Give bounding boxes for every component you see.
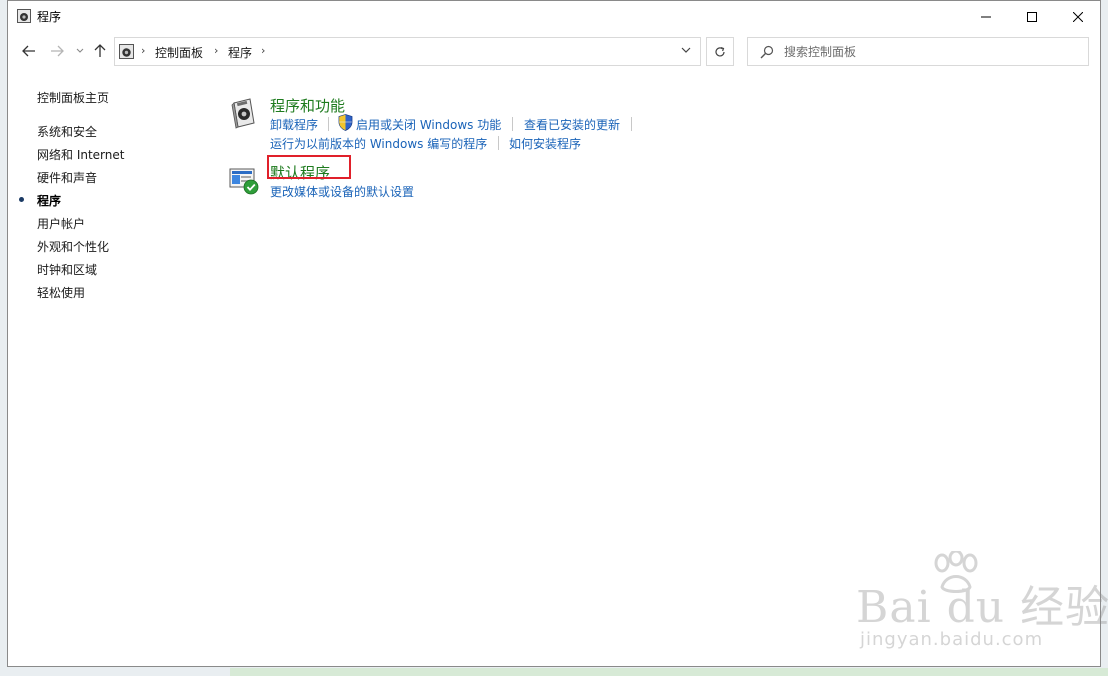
up-button[interactable]: [91, 42, 109, 60]
compatibility-link[interactable]: 运行为以前版本的 Windows 编写的程序: [270, 135, 487, 152]
sidebar-item-appearance[interactable]: 外观和个性化: [37, 238, 109, 255]
control-panel-window: 程序 › 控制面板 › 程序 › 搜索控制面板 控制面板主页 系统和安全 网络和…: [7, 0, 1108, 667]
sidebar-item-clock-region[interactable]: 时钟和区域: [37, 261, 97, 278]
link-separator: [498, 136, 499, 150]
arrow-right-icon: [51, 45, 64, 57]
sidebar-item-system-security[interactable]: 系统和安全: [37, 123, 97, 140]
sidebar-item-user-accounts[interactable]: 用户帐户: [37, 215, 85, 232]
breadcrumb-control-panel[interactable]: 控制面板: [155, 44, 203, 61]
forward-button[interactable]: [48, 42, 66, 60]
minimize-icon: [981, 16, 991, 17]
how-to-install-link[interactable]: 如何安装程序: [509, 135, 581, 152]
sidebar-item-network[interactable]: 网络和 Internet: [37, 146, 124, 163]
breadcrumb-separator-icon[interactable]: ›: [214, 44, 218, 57]
recent-locations-button[interactable]: [74, 42, 86, 60]
sidebar-item-ease-of-access[interactable]: 轻松使用: [37, 284, 85, 301]
watermark-url: jingyan.baidu.com: [860, 629, 1044, 650]
minimize-button[interactable]: [963, 1, 1009, 32]
control-panel-icon: [119, 44, 134, 59]
link-separator: [328, 117, 329, 131]
baidu-watermark: Bai du 经验 jingyan.baidu.com: [848, 549, 1108, 659]
installed-updates-link[interactable]: 查看已安装的更新: [524, 116, 620, 133]
default-programs-icon[interactable]: [229, 167, 261, 195]
link-separator: [631, 117, 632, 131]
breadcrumb-programs[interactable]: 程序: [228, 44, 252, 61]
link-separator: [512, 117, 513, 131]
arrow-up-icon: [94, 44, 106, 57]
programs-features-title[interactable]: 程序和功能: [270, 95, 345, 116]
sidebar-item-hardware-sound[interactable]: 硬件和声音: [37, 169, 97, 186]
refresh-button[interactable]: [706, 37, 734, 66]
search-box[interactable]: [747, 37, 1089, 66]
search-input[interactable]: [784, 43, 1074, 61]
maximize-icon: [1027, 11, 1037, 22]
window-title: 程序: [37, 10, 62, 24]
highlight-box: [267, 155, 351, 179]
uac-shield-icon: [338, 114, 353, 131]
maximize-button[interactable]: [1009, 1, 1055, 32]
title-bar[interactable]: 程序: [8, 1, 1100, 32]
search-icon: [760, 45, 774, 59]
close-button[interactable]: [1055, 1, 1101, 32]
programs-features-icon[interactable]: [230, 97, 258, 129]
breadcrumb-separator-icon[interactable]: ›: [261, 44, 265, 57]
watermark-brand: Bai du 经验: [856, 582, 1108, 633]
close-icon: [1073, 11, 1083, 22]
back-button[interactable]: [20, 42, 38, 60]
arrow-left-icon: [22, 45, 35, 57]
breadcrumb-separator-icon[interactable]: ›: [141, 44, 145, 57]
windows-features-link[interactable]: 启用或关闭 Windows 功能: [356, 116, 501, 133]
refresh-icon: [715, 46, 725, 56]
address-bar[interactable]: › 控制面板 › 程序 ›: [114, 37, 701, 66]
background-strip: [230, 668, 1108, 676]
media-device-defaults-link[interactable]: 更改媒体或设备的默认设置: [270, 183, 414, 200]
sidebar-item-programs[interactable]: 程序: [37, 192, 61, 209]
control-panel-icon: [17, 9, 31, 23]
uninstall-program-link[interactable]: 卸载程序: [270, 116, 318, 133]
chevron-down-icon: [76, 48, 84, 53]
chevron-down-icon[interactable]: [681, 46, 691, 54]
active-bullet-icon: [19, 197, 24, 202]
sidebar-home-link[interactable]: 控制面板主页: [37, 89, 109, 106]
